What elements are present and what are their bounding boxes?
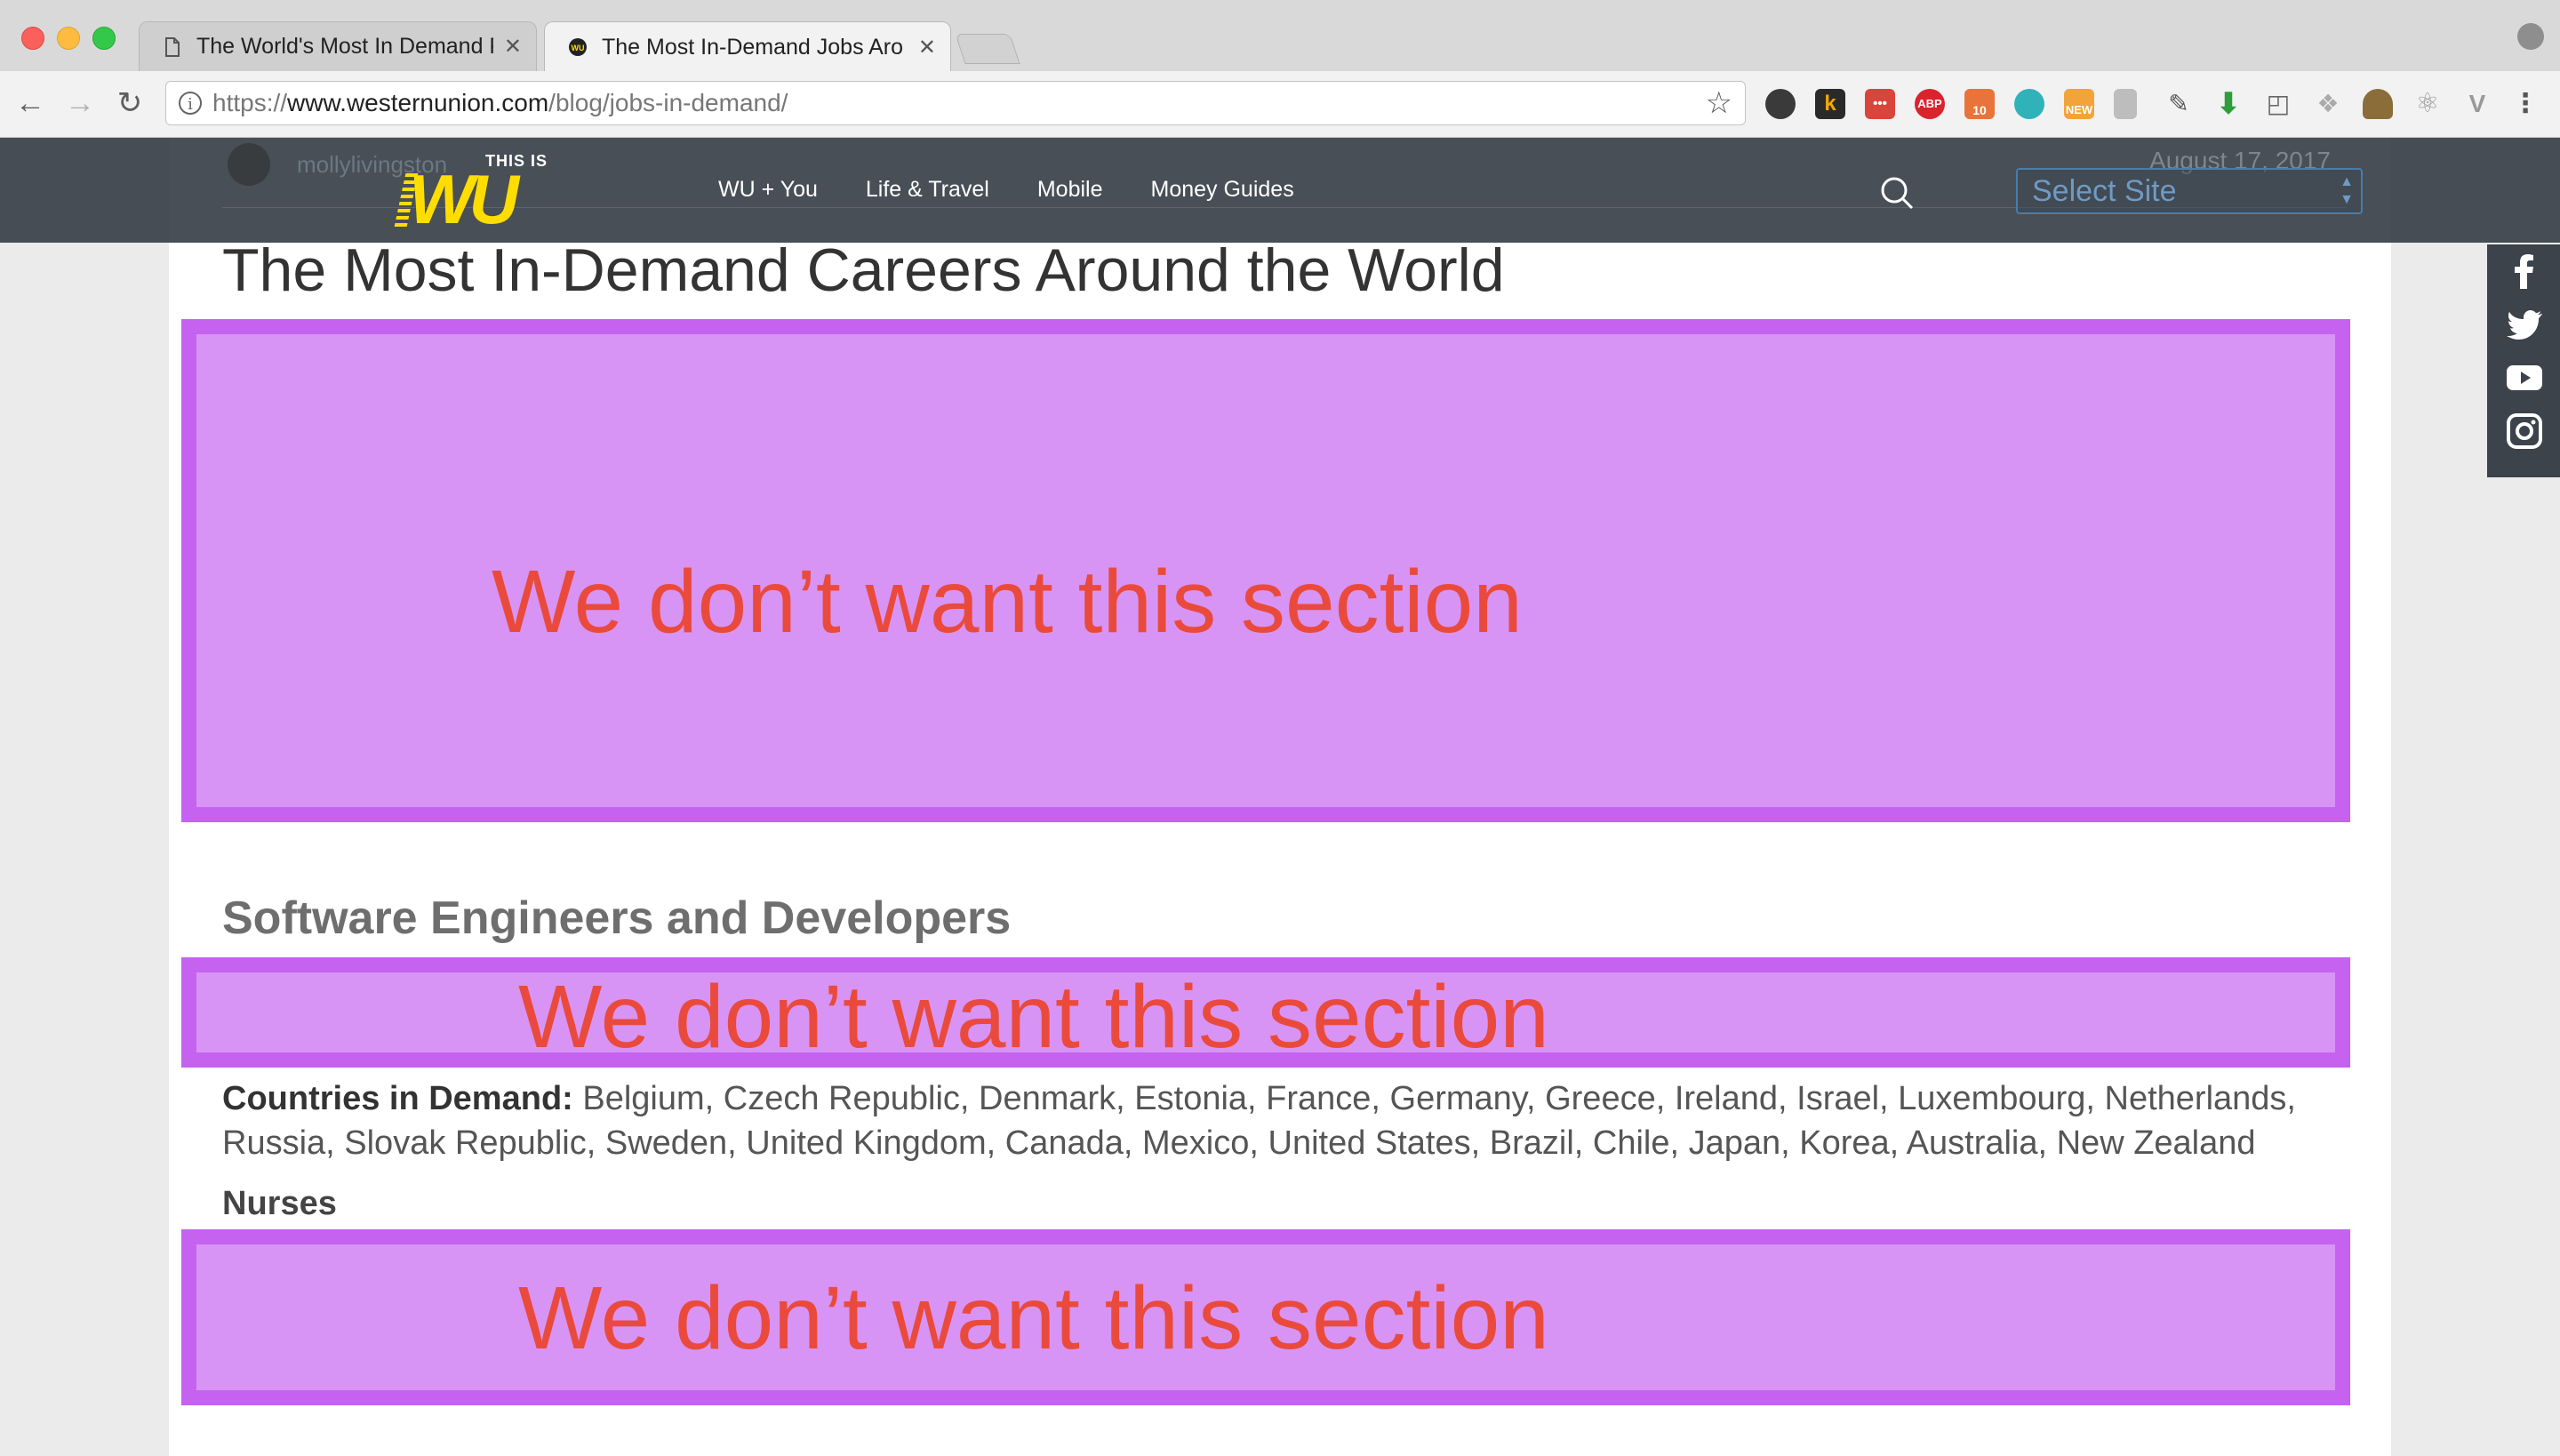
plant-icon[interactable]	[2363, 89, 2393, 119]
facebook-icon[interactable]	[2507, 253, 2542, 289]
close-window-button[interactable]	[21, 27, 44, 50]
download-arrow-icon[interactable]: ⬇	[2213, 89, 2244, 119]
section-heading-nurses: Nurses	[222, 1185, 337, 1222]
address-bar[interactable]: i https://www.westernunion.com/blog/jobs…	[165, 81, 1746, 125]
profile-icon[interactable]	[2517, 23, 2544, 50]
badge-10-icon[interactable]: 10	[1964, 89, 1995, 119]
kiwi-k-icon[interactable]: k	[1815, 89, 1845, 119]
overlay-label: We don’t want this section	[492, 552, 1523, 652]
minimize-window-button[interactable]	[57, 27, 80, 50]
vivaldi-v-icon[interactable]: V	[2462, 89, 2492, 119]
nav-mobile[interactable]: Mobile	[1037, 177, 1103, 203]
search-icon[interactable]	[1879, 175, 1915, 211]
wu-logo[interactable]: THIS IS WU	[394, 150, 548, 234]
svg-text:WU: WU	[572, 44, 585, 52]
select-arrows-icon: ▲ ▼	[2340, 174, 2354, 207]
instagram-icon[interactable]	[2507, 413, 2542, 449]
logo-wu-text: WU	[409, 160, 519, 238]
adblock-icon[interactable]: ABP	[1915, 89, 1945, 119]
overlay-label: We don’t want this section	[518, 967, 1549, 1067]
twitter-icon[interactable]	[2507, 307, 2542, 342]
site-header: mollylivingston August 17, 2017 THIS IS …	[0, 138, 2560, 243]
redacted-section-3: We don’t want this section	[181, 1229, 2350, 1405]
redacted-section-2: We don’t want this section	[181, 957, 2350, 1068]
tab-close-icon[interactable]: ✕	[504, 34, 522, 60]
tab-most-in-demand-jobs[interactable]: WU The Most In-Demand Jobs Aro ✕	[544, 21, 951, 72]
nav-money-guides[interactable]: Money Guides	[1151, 177, 1294, 203]
back-icon[interactable]: ←	[11, 84, 50, 123]
dropbox-icon[interactable]: ❖	[2313, 89, 2343, 119]
select-site-value: Select Site	[2032, 174, 2177, 208]
url-text[interactable]: https://www.westernunion.com/blog/jobs-i…	[212, 89, 1706, 117]
cast-icon[interactable]: ◰	[2263, 89, 2293, 119]
menu-more-icon[interactable]: ⋮	[2512, 89, 2530, 119]
social-sidebar	[2487, 244, 2560, 477]
redacted-section-1: We don’t want this section	[181, 319, 2350, 822]
lastpass-icon[interactable]: •••	[1865, 89, 1895, 119]
avatar	[228, 143, 270, 186]
react-icon[interactable]: ⚛	[2412, 89, 2443, 119]
zoom-window-button[interactable]	[92, 27, 116, 50]
tab-title: The Most In-Demand Jobs Aro	[602, 34, 904, 60]
nav-wu-you[interactable]: WU + You	[718, 177, 818, 203]
tab-title: The World's Most In Demand P	[196, 34, 493, 59]
new-badge-icon[interactable]: NEW	[2064, 89, 2094, 119]
eyedropper-icon[interactable]: ✎	[2164, 89, 2194, 119]
select-site-dropdown[interactable]: Select Site ▲ ▼	[2016, 168, 2363, 214]
barcode-icon[interactable]	[2114, 89, 2137, 119]
evernote-icon[interactable]	[1765, 89, 1796, 119]
forward-icon[interactable]: →	[60, 84, 100, 123]
info-icon[interactable]: i	[179, 92, 202, 115]
nav-life-travel[interactable]: Life & Travel	[866, 177, 989, 203]
youtube-icon[interactable]	[2507, 360, 2542, 396]
new-tab-button[interactable]	[955, 34, 1020, 64]
star-icon[interactable]: ☆	[1706, 85, 1732, 121]
countries-in-demand: Countries in Demand: Belgium, Czech Repu…	[222, 1076, 2373, 1165]
browser-toolbar: ← → ↻ i https://www.westernunion.com/blo…	[0, 71, 2560, 138]
teal-circle-icon[interactable]	[2014, 89, 2044, 119]
countries-label: Countries in Demand:	[222, 1080, 573, 1117]
section-heading-software-engineers: Software Engineers and Developers	[222, 892, 1012, 944]
overlay-label: We don’t want this section	[518, 1268, 1549, 1368]
tab-worlds-most-in-demand[interactable]: The World's Most In Demand P ✕	[139, 21, 537, 71]
page-viewport: mollylivingston August 17, 2017 THIS IS …	[0, 138, 2560, 1456]
wu-favicon-icon: WU	[569, 38, 587, 56]
article-title: The Most In-Demand Careers Around the Wo…	[222, 236, 1505, 304]
browser-tab-bar: The World's Most In Demand P ✕ WU The Mo…	[0, 0, 2560, 72]
tab-close-icon[interactable]: ✕	[918, 35, 936, 60]
document-icon	[165, 36, 180, 57]
reload-icon[interactable]: ↻	[110, 84, 149, 123]
main-nav: WU + You Life & Travel Mobile Money Guid…	[718, 177, 1342, 203]
